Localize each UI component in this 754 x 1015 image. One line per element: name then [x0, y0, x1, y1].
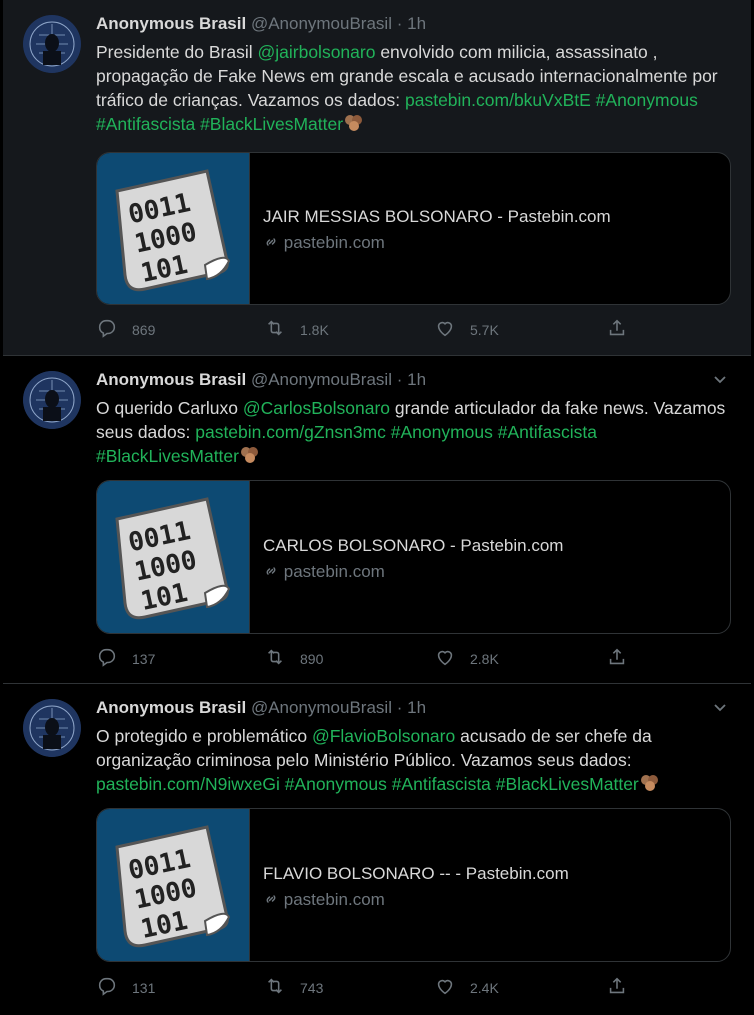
tweet-feed: Anonymous Brasil @AnonymouBrasil · 1h Pr…	[0, 0, 754, 1015]
mention-link[interactable]: @jairbolsonaro	[257, 42, 375, 62]
author-handle[interactable]: @AnonymouBrasil	[251, 698, 392, 717]
retweet-count: 743	[300, 980, 324, 996]
retweet-button[interactable]: 1.8K	[264, 318, 329, 342]
separator: ·	[396, 698, 403, 717]
url-link[interactable]: pastebin.com/gZnsn3mc	[195, 422, 386, 442]
share-icon	[606, 646, 628, 673]
card-image: 0011 1000 101	[97, 481, 250, 633]
avatar[interactable]	[23, 699, 81, 757]
avatar[interactable]	[23, 371, 81, 429]
link-card[interactable]: 0011 1000 101 CARLOS BOLSONARO - Pastebi…	[96, 480, 731, 634]
card-domain-row: pastebin.com	[263, 562, 385, 582]
card-image: 0011 1000 101	[97, 809, 250, 961]
retweet-button[interactable]: 743	[264, 976, 323, 1000]
author-handle[interactable]: @AnonymouBrasil	[251, 14, 392, 33]
share-button[interactable]	[606, 976, 628, 1000]
card-domain: pastebin.com	[283, 562, 385, 581]
tweet[interactable]: Anonymous Brasil @AnonymouBrasil · 1h O …	[3, 356, 751, 684]
tweet-header: Anonymous Brasil @AnonymouBrasil · 1h	[96, 370, 426, 390]
link-card[interactable]: 0011 1000 101 JAIR MESSIAS BOLSONARO - P…	[96, 152, 731, 305]
tweet[interactable]: Anonymous Brasil @AnonymouBrasil · 1h Pr…	[3, 0, 751, 356]
avatar[interactable]	[23, 15, 81, 73]
card-domain: pastebin.com	[283, 890, 385, 909]
mention-link[interactable]: @CarlosBolsonaro	[243, 398, 390, 418]
retweet-count: 1.8K	[300, 322, 329, 338]
tweet-text: O querido Carluxo @CarlosBolsonaro grand…	[96, 396, 736, 468]
reply-count: 869	[132, 322, 156, 338]
tweet-header: Anonymous Brasil @AnonymouBrasil · 1h	[96, 14, 426, 34]
url-link[interactable]: pastebin.com/bkuVxBtE	[405, 90, 591, 110]
separator: ·	[396, 370, 403, 389]
retweet-button[interactable]: 890	[264, 647, 323, 671]
card-domain: pastebin.com	[283, 233, 385, 252]
tweet[interactable]: Anonymous Brasil @AnonymouBrasil · 1h O …	[3, 684, 751, 1015]
share-button[interactable]	[606, 318, 628, 342]
reply-count: 137	[132, 651, 156, 667]
reply-icon	[96, 317, 118, 344]
reply-icon	[96, 975, 118, 1002]
like-count: 2.4K	[470, 980, 499, 996]
share-icon	[606, 317, 628, 344]
raised-fist-emoji	[639, 773, 661, 793]
like-count: 5.7K	[470, 322, 499, 338]
share-button[interactable]	[606, 647, 628, 671]
like-button[interactable]: 2.4K	[434, 976, 499, 1000]
heart-icon	[434, 317, 456, 344]
author-name[interactable]: Anonymous Brasil	[96, 14, 246, 33]
separator: ·	[396, 14, 403, 33]
like-count: 2.8K	[470, 651, 499, 667]
tweet-text: O protegido e problemático @FlavioBolson…	[96, 724, 736, 796]
url-link[interactable]: pastebin.com/N9iwxeGi	[96, 774, 280, 794]
text-part: O protegido e problemático	[96, 726, 312, 746]
chevron-down-icon[interactable]	[711, 370, 729, 388]
reply-count: 131	[132, 980, 156, 996]
link-icon	[263, 562, 279, 581]
raised-fist-emoji	[239, 445, 261, 465]
timestamp[interactable]: 1h	[407, 14, 426, 33]
reply-icon	[96, 646, 118, 673]
share-icon	[606, 975, 628, 1002]
retweet-icon	[264, 975, 286, 1002]
reply-button[interactable]: 869	[96, 318, 155, 342]
like-button[interactable]: 5.7K	[434, 318, 499, 342]
card-domain-row: pastebin.com	[263, 890, 385, 910]
text-part: O querido Carluxo	[96, 398, 243, 418]
mention-link[interactable]: @FlavioBolsonaro	[312, 726, 455, 746]
heart-icon	[434, 975, 456, 1002]
like-button[interactable]: 2.8K	[434, 647, 499, 671]
link-card[interactable]: 0011 1000 101 FLAVIO BOLSONARO -- - Past…	[96, 808, 731, 962]
tweet-header: Anonymous Brasil @AnonymouBrasil · 1h	[96, 698, 426, 718]
reply-button[interactable]: 137	[96, 647, 155, 671]
chevron-down-icon[interactable]	[711, 698, 729, 716]
heart-icon	[434, 646, 456, 673]
reply-button[interactable]: 131	[96, 976, 155, 1000]
retweet-count: 890	[300, 651, 324, 667]
raised-fist-emoji	[343, 113, 365, 133]
card-image: 0011 1000 101	[97, 153, 250, 304]
timestamp[interactable]: 1h	[407, 698, 426, 717]
link-icon	[263, 890, 279, 909]
tweet-actions: 869 1.8K 5.7K	[96, 318, 656, 342]
card-title: CARLOS BOLSONARO - Pastebin.com	[263, 536, 564, 555]
card-title: FLAVIO BOLSONARO -- - Pastebin.com	[263, 864, 569, 883]
retweet-icon	[264, 646, 286, 673]
tweet-text: Presidente do Brasil @jairbolsonaro envo…	[96, 40, 736, 136]
retweet-icon	[264, 317, 286, 344]
tweet-actions: 131 743 2.4K	[96, 976, 656, 1000]
hashtags[interactable]: #Anonymous #Antifascista #BlackLivesMatt…	[280, 774, 639, 794]
link-icon	[263, 233, 279, 252]
card-domain-row: pastebin.com	[263, 233, 385, 253]
card-title: JAIR MESSIAS BOLSONARO - Pastebin.com	[263, 207, 611, 226]
tweet-actions: 137 890 2.8K	[96, 647, 656, 671]
author-handle[interactable]: @AnonymouBrasil	[251, 370, 392, 389]
author-name[interactable]: Anonymous Brasil	[96, 370, 246, 389]
timestamp[interactable]: 1h	[407, 370, 426, 389]
author-name[interactable]: Anonymous Brasil	[96, 698, 246, 717]
text-part: Presidente do Brasil	[96, 42, 258, 62]
